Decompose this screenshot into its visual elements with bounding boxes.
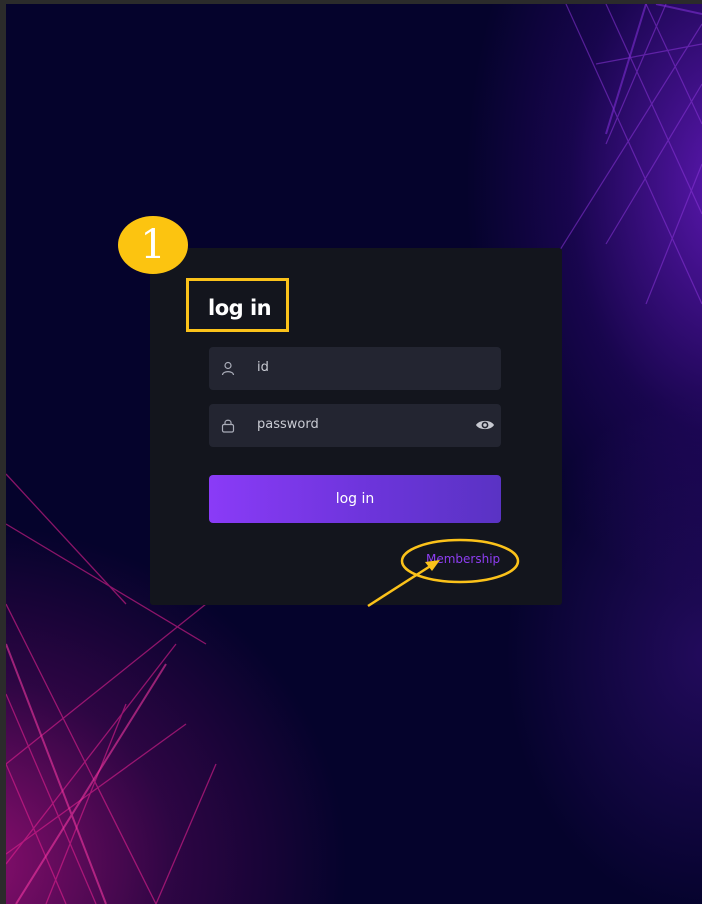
membership-callout: [367, 538, 520, 608]
callout-arrow-line: [367, 563, 433, 608]
membership-highlight-ellipse: [400, 538, 520, 584]
